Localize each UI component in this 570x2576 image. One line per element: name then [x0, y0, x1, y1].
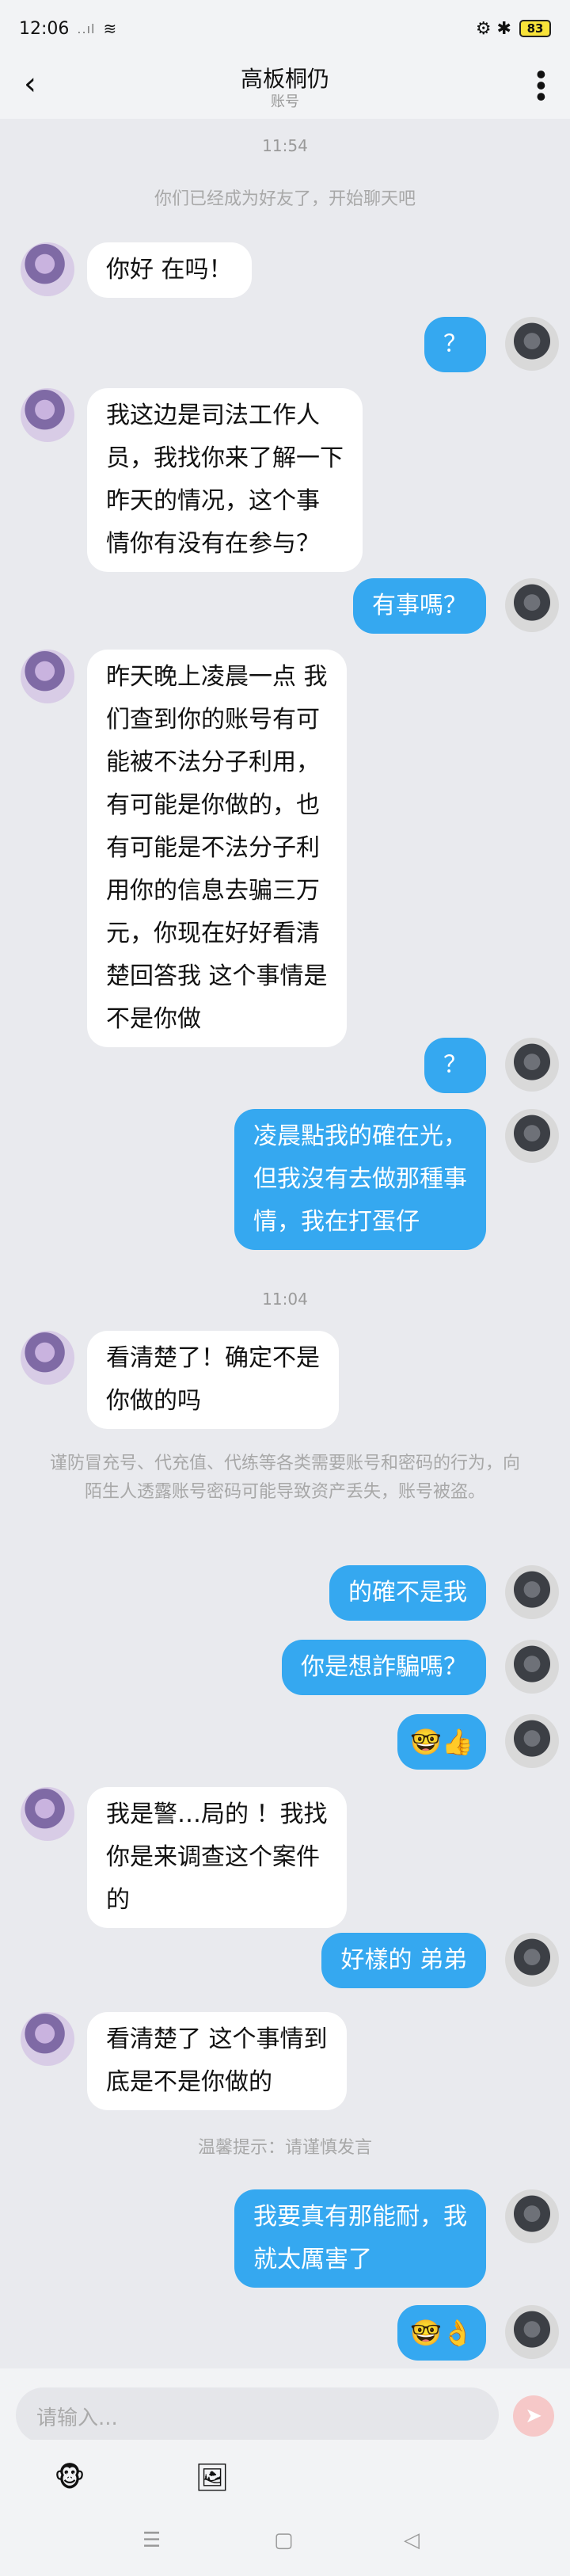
my-avatar[interactable]	[505, 1640, 559, 1694]
status-time: 12:06	[19, 18, 70, 39]
contact-subtitle: 账号	[271, 93, 299, 110]
timestamp: 11:04	[262, 1290, 308, 1309]
toolbar: 🐵 🖼	[0, 2440, 570, 2511]
my-avatar[interactable]	[505, 317, 559, 371]
message-input[interactable]: 请输入...	[16, 2387, 499, 2443]
system-nav-bar: ☰ ▢ ◁	[0, 2511, 570, 2576]
message-bubble[interactable]: 有事嗎？	[353, 578, 486, 634]
my-avatar[interactable]	[505, 1109, 559, 1163]
status-icons: ⚙ ✱	[475, 18, 511, 39]
message-bubble[interactable]: 好樣的 弟弟	[321, 1933, 486, 1988]
safety-notice: 谨防冒充号、代充值、代练等各类需要账号和密码的行为，向陌生人透露账号密码可能导致…	[49, 1454, 520, 1502]
message-bubble[interactable]: ？	[424, 1038, 486, 1093]
contact-avatar[interactable]	[21, 2012, 74, 2066]
message-bubble[interactable]: 看清楚了 这个事情到 底是不是你做的	[87, 2012, 347, 2110]
system-notice: 温馨提示：请谨慎发言	[197, 2138, 372, 2158]
my-avatar[interactable]	[505, 1038, 559, 1092]
image-icon[interactable]: 🖼	[190, 2456, 234, 2500]
timestamp: 11:54	[262, 136, 308, 155]
status-bar: 12:06 ..ıl ≋ ⚙ ✱ 83	[0, 0, 570, 57]
signal-icon: ..ıl	[77, 21, 96, 36]
message-bubble[interactable]: 的確不是我	[329, 1565, 486, 1621]
system-notice: 你们已经成为好友了，开始聊天吧	[154, 189, 416, 209]
wifi-icon: ≋	[103, 19, 117, 38]
my-avatar[interactable]	[505, 1565, 559, 1619]
contact-avatar[interactable]	[21, 650, 74, 703]
more-icon[interactable]: •••	[524, 67, 556, 100]
message-bubble[interactable]: 你好 在吗！	[87, 242, 252, 298]
send-button[interactable]: ➤	[513, 2395, 554, 2437]
chat-header: ‹ 高板桐仍 账号 •••	[0, 57, 570, 119]
message-bubble[interactable]: 昨天晚上凌晨一点 我 们查到你的账号有可 能被不法分子利用， 有可能是你做的，也…	[87, 650, 347, 1047]
my-avatar[interactable]	[505, 578, 559, 632]
my-avatar[interactable]	[505, 2189, 559, 2243]
home-icon[interactable]: ▢	[274, 2528, 294, 2552]
message-bubble[interactable]: 凌晨點我的確在光， 但我沒有去做那種事 情，我在打蛋仔	[234, 1109, 486, 1250]
sticker-icon[interactable]: 🐵	[48, 2456, 92, 2500]
message-bubble[interactable]: 看清楚了！确定不是 你做的吗	[87, 1331, 339, 1429]
contact-avatar[interactable]	[21, 388, 74, 442]
my-avatar[interactable]	[505, 2305, 559, 2359]
contact-avatar[interactable]	[21, 1331, 74, 1385]
contact-avatar[interactable]	[21, 1787, 74, 1841]
my-avatar[interactable]	[505, 1714, 559, 1768]
message-bubble[interactable]: ？	[424, 317, 486, 372]
message-bubble[interactable]: 我这边是司法工作人 员，我找你来了解一下 昨天的情况，这个事 情你有没有在参与？	[87, 388, 363, 572]
contact-name: 高板桐仍	[240, 66, 329, 92]
message-bubble[interactable]: 我要真有那能耐，我 就太厲害了	[234, 2189, 486, 2288]
menu-icon[interactable]: ☰	[142, 2528, 161, 2552]
message-bubble[interactable]: 你是想詐騙嗎？	[282, 1640, 486, 1695]
message-bubble[interactable]: 我是警…局的 ！我找 你是来调查这个案件 的	[87, 1787, 347, 1928]
contact-avatar[interactable]	[21, 242, 74, 296]
nav-back-icon[interactable]: ◁	[404, 2528, 420, 2552]
my-avatar[interactable]	[505, 1933, 559, 1987]
emoji-message[interactable]: 🤓👌	[397, 2305, 486, 2361]
chat-area[interactable]: 11:54 你们已经成为好友了，开始聊天吧 你好 在吗！ ？ 我这边是司法工作人…	[0, 119, 570, 2368]
emoji-message[interactable]: 🤓👍	[397, 1714, 486, 1770]
battery-icon: 83	[519, 20, 551, 37]
